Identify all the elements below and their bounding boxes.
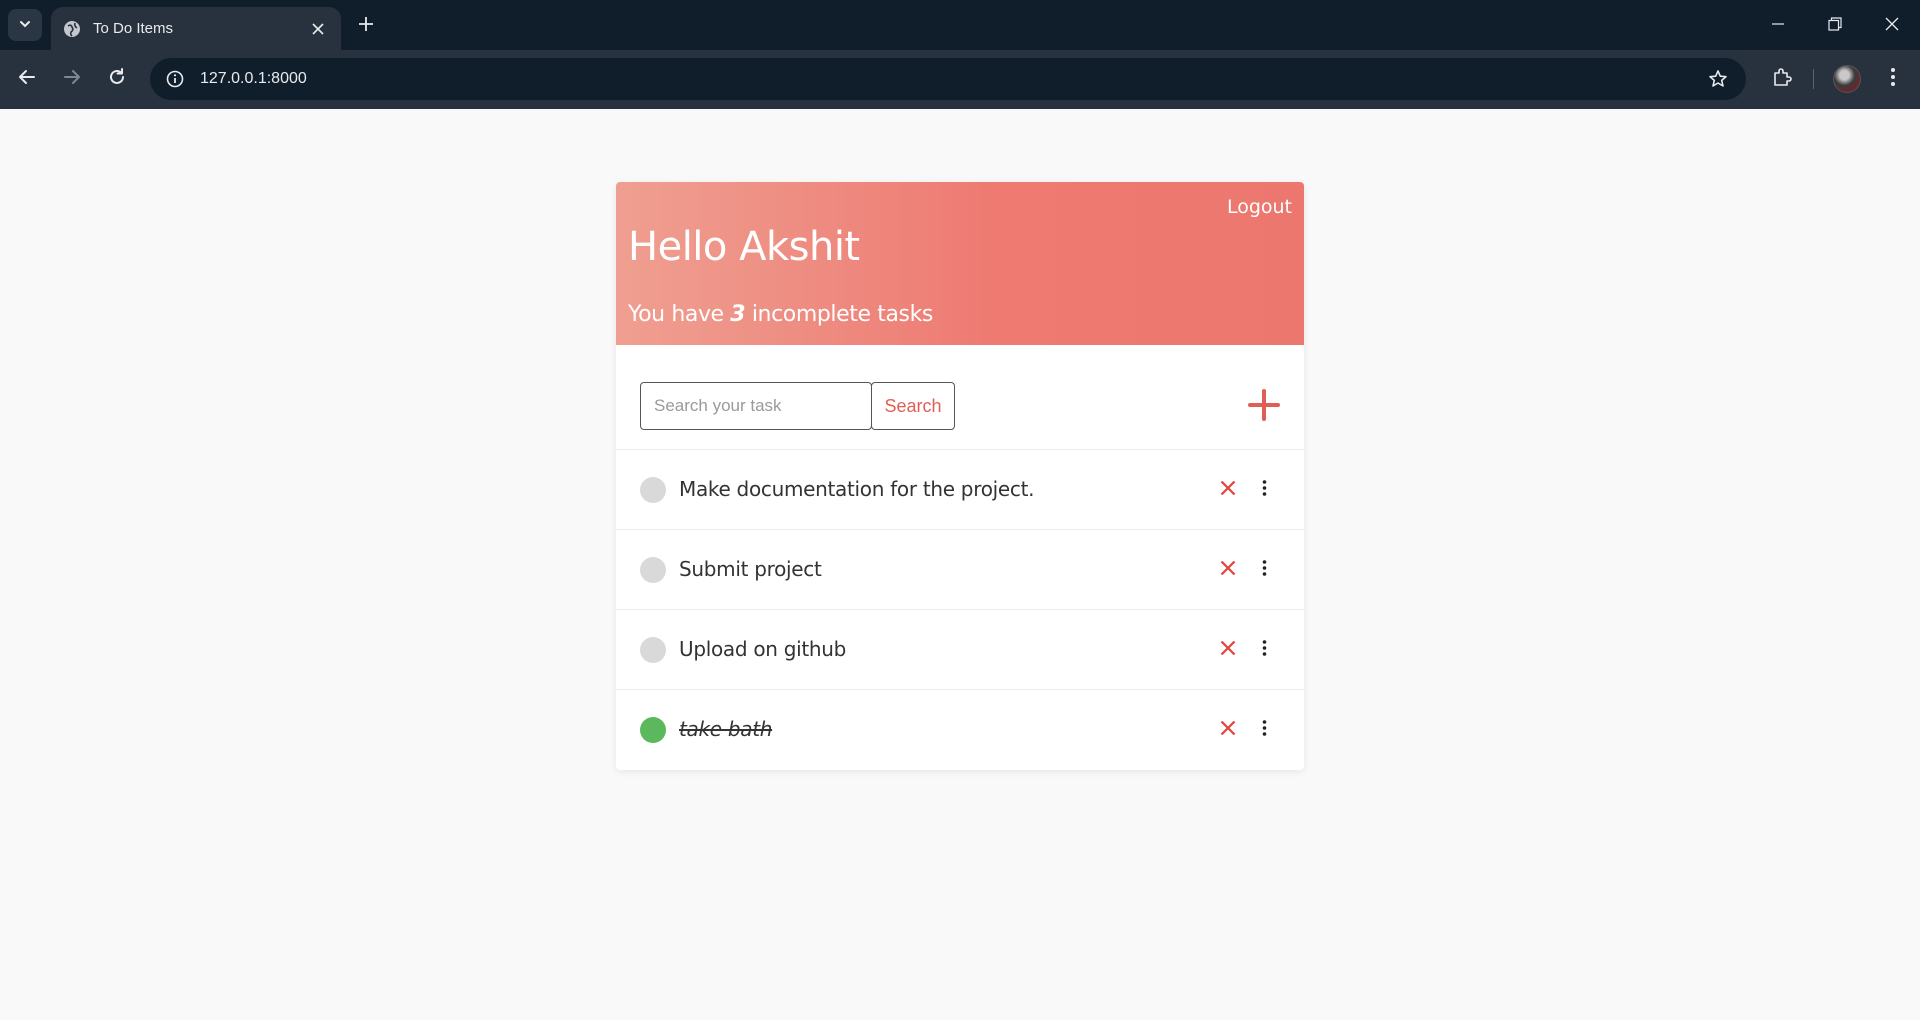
- browser-tab-strip: To Do Items: [0, 0, 1920, 50]
- task-title[interactable]: Make documentation for the project.: [679, 477, 1034, 501]
- summary-prefix: You have: [628, 302, 724, 327]
- vertical-dots-icon: [1262, 480, 1267, 500]
- task-title[interactable]: take bath: [679, 717, 772, 741]
- search-input[interactable]: [640, 382, 872, 430]
- plus-icon: [358, 16, 374, 36]
- close-x-icon: [1220, 640, 1236, 660]
- minimize-icon: [1771, 16, 1785, 35]
- window-controls: [1749, 0, 1920, 50]
- bookmark-star-icon[interactable]: [1698, 59, 1738, 99]
- task-row: take bath: [616, 690, 1304, 770]
- incomplete-summary: You have 3 incomplete tasks: [628, 302, 933, 327]
- delete-task-button[interactable]: [1216, 718, 1240, 742]
- restore-button[interactable]: [1806, 0, 1863, 50]
- task-options-button[interactable]: [1256, 477, 1272, 503]
- task-row: Submit project: [616, 530, 1304, 610]
- delete-task-button[interactable]: [1216, 478, 1240, 502]
- task-options-button[interactable]: [1256, 637, 1272, 663]
- arrow-left-icon: [18, 68, 36, 90]
- vertical-dots-icon: [1262, 640, 1267, 660]
- summary-suffix: incomplete tasks: [751, 302, 934, 327]
- reload-button[interactable]: [100, 62, 134, 96]
- task-complete-toggle[interactable]: [640, 477, 666, 503]
- tab-search-button[interactable]: [8, 9, 42, 41]
- back-button[interactable]: [10, 62, 44, 96]
- task-complete-toggle[interactable]: [640, 557, 666, 583]
- add-task-button[interactable]: [1246, 389, 1282, 425]
- tab-title: To Do Items: [93, 20, 174, 37]
- profile-button[interactable]: [1830, 62, 1864, 96]
- greeting-heading: Hello Akshit: [628, 224, 860, 270]
- task-options-button[interactable]: [1256, 557, 1272, 583]
- page-content: Logout Hello Akshit You have 3 incomplet…: [0, 109, 1920, 1020]
- task-row: Make documentation for the project.: [616, 450, 1304, 530]
- puzzle-icon: [1772, 67, 1792, 91]
- globe-icon: [63, 20, 81, 38]
- address-bar[interactable]: 127.0.0.1:8000: [150, 58, 1746, 100]
- close-tab-icon[interactable]: [307, 18, 329, 40]
- plus-icon: [1248, 389, 1280, 425]
- chevron-down-icon: [18, 16, 32, 35]
- search-button[interactable]: Search: [871, 382, 955, 430]
- kebab-menu-icon: [1890, 67, 1896, 91]
- vertical-dots-icon: [1262, 560, 1267, 580]
- new-tab-button[interactable]: [352, 12, 380, 40]
- task-title[interactable]: Submit project: [679, 557, 822, 581]
- delete-task-button[interactable]: [1216, 558, 1240, 582]
- toolbar-separator: [1813, 69, 1814, 89]
- browser-menu-button[interactable]: [1876, 62, 1910, 96]
- card-header: Logout Hello Akshit You have 3 incomplet…: [616, 182, 1304, 345]
- incomplete-count: 3: [730, 302, 746, 327]
- minimize-button[interactable]: [1749, 0, 1806, 50]
- close-x-icon: [1220, 480, 1236, 500]
- search-bar: Search: [616, 345, 1304, 450]
- site-info-icon[interactable]: [154, 58, 196, 100]
- task-options-button[interactable]: [1256, 717, 1272, 743]
- close-x-icon: [1220, 560, 1236, 580]
- close-x-icon: [1220, 720, 1236, 740]
- task-row: Upload on github: [616, 610, 1304, 690]
- delete-task-button[interactable]: [1216, 638, 1240, 662]
- task-complete-toggle[interactable]: [640, 717, 666, 743]
- arrow-right-icon: [63, 68, 81, 90]
- restore-icon: [1827, 16, 1842, 35]
- address-url[interactable]: 127.0.0.1:8000: [200, 70, 1698, 88]
- task-title[interactable]: Upload on github: [679, 637, 846, 661]
- reload-icon: [108, 68, 126, 90]
- close-icon: [1885, 16, 1899, 35]
- todo-card: Logout Hello Akshit You have 3 incomplet…: [616, 182, 1304, 770]
- avatar: [1833, 65, 1861, 93]
- browser-toolbar: 127.0.0.1:8000: [0, 50, 1920, 109]
- task-list: Make documentation for the project. Subm…: [616, 450, 1304, 770]
- forward-button[interactable]: [55, 62, 89, 96]
- vertical-dots-icon: [1262, 720, 1267, 740]
- task-complete-toggle[interactable]: [640, 637, 666, 663]
- browser-tab-active[interactable]: To Do Items: [51, 7, 341, 50]
- close-window-button[interactable]: [1863, 0, 1920, 50]
- extensions-button[interactable]: [1765, 62, 1799, 96]
- logout-link[interactable]: Logout: [1227, 196, 1292, 218]
